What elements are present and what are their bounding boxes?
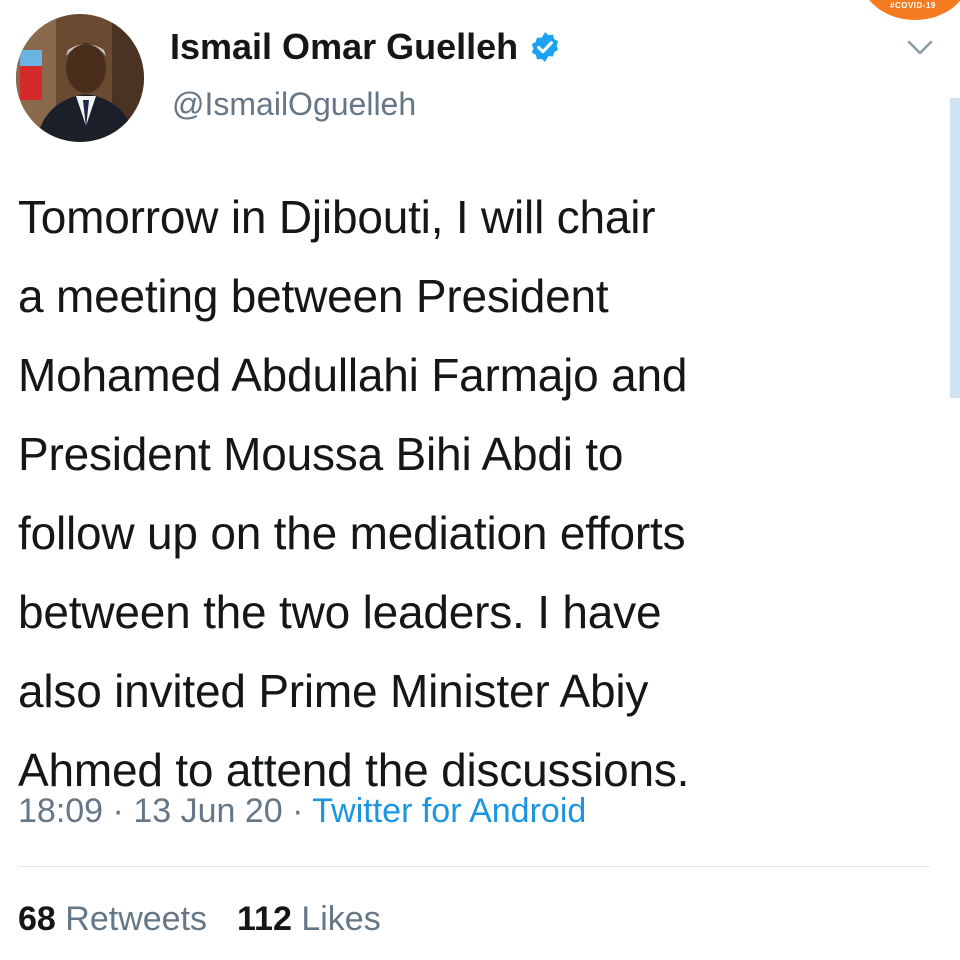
tweet-line: President Moussa Bihi Abdi to [18, 428, 624, 480]
profile-photo-avatar [16, 14, 144, 142]
retweets-stat[interactable]: 68 Retweets [18, 900, 207, 938]
scrollbar[interactable] [950, 98, 960, 398]
covid-badge[interactable]: #COVID-19 [860, 0, 960, 20]
tweet-line: also invited Prime Minister Abiy [18, 665, 649, 717]
likes-count: 112 [237, 900, 292, 938]
tweet-date[interactable]: 13 Jun 20 [133, 792, 282, 830]
engagement-stats: 68 Retweets 112 Likes [18, 900, 381, 939]
tweet-line: a meeting between President [18, 270, 609, 322]
tweet-line: between the two leaders. I have [18, 586, 662, 638]
verified-badge-icon [531, 32, 559, 62]
tweet-line: Tomorrow in Djibouti, I will chair [18, 191, 656, 243]
meta-separator: · [103, 792, 134, 830]
meta-separator: · [282, 792, 313, 830]
retweets-label: Retweets [65, 900, 208, 938]
divider [18, 866, 930, 867]
covid-badge-label: #COVID-19 [890, 1, 936, 10]
avatar[interactable] [16, 14, 144, 142]
tweet-meta: 18:09 · 13 Jun 20 · Twitter for Android [18, 792, 586, 831]
tweet-line: Mohamed Abdullahi Farmajo and [18, 349, 688, 401]
likes-stat[interactable]: 112 Likes [237, 900, 381, 938]
author-display-name[interactable]: Ismail Omar Guelleh [170, 26, 562, 68]
author-name-text: Ismail Omar Guelleh [170, 26, 519, 67]
tweet-detail-page: #COVID-19 Ismail Omar Guelleh @IsmailOgu… [0, 0, 960, 960]
tweet-line: follow up on the mediation efforts [18, 507, 686, 559]
author-handle[interactable]: @IsmailOguelleh [172, 86, 416, 123]
retweets-count: 68 [18, 900, 56, 938]
chevron-down-icon[interactable] [906, 38, 934, 58]
likes-label: Likes [301, 900, 381, 938]
tweet-source-link[interactable]: Twitter for Android [312, 792, 586, 830]
tweet-time[interactable]: 18:09 [18, 792, 103, 830]
tweet-text: Tomorrow in Djibouti, I will chair a mee… [18, 178, 938, 810]
